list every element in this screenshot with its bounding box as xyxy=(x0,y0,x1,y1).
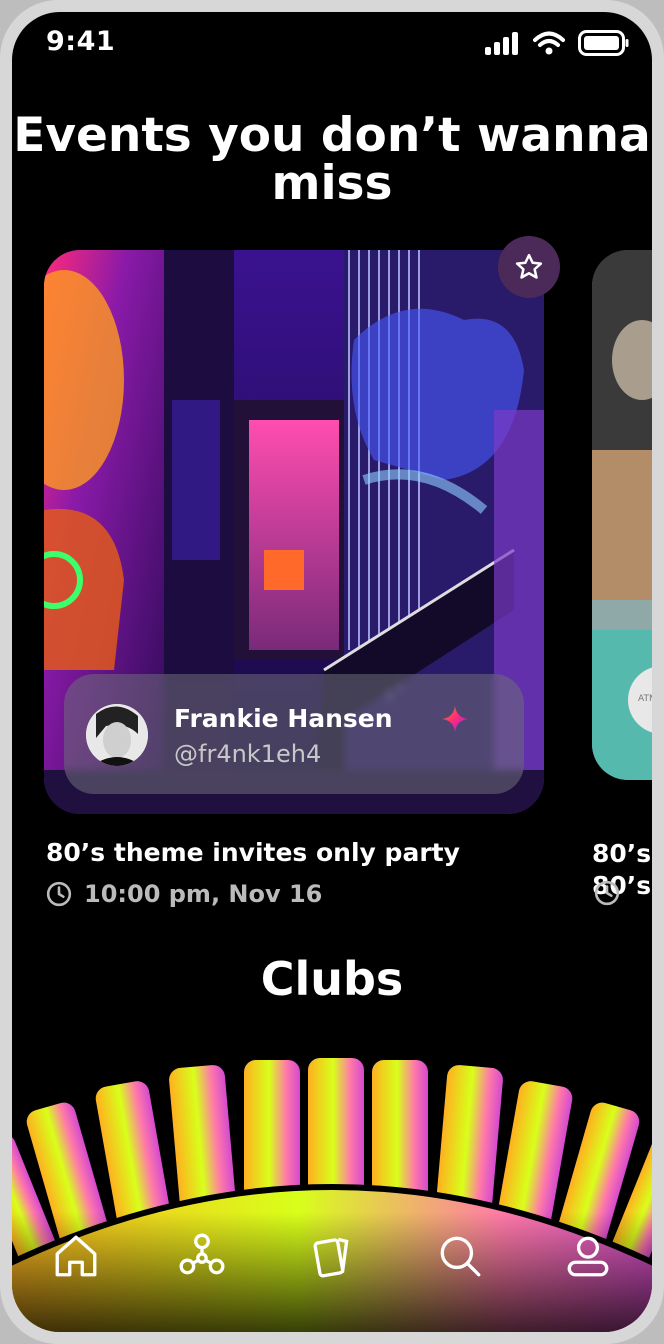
page-title: Events you don’t wanna miss xyxy=(13,108,651,211)
status-time: 9:41 xyxy=(46,26,116,57)
avatar[interactable] xyxy=(86,704,148,766)
battery-icon xyxy=(578,30,629,56)
avatar-image xyxy=(86,704,148,766)
signal-icon xyxy=(485,32,518,55)
device-frame: 9:41 Events you don’t wanna miss Frankie… xyxy=(0,0,664,1344)
wifi-icon xyxy=(533,31,565,55)
event-datetime: 10:00 pm, Nov 16 xyxy=(46,880,322,908)
star-icon xyxy=(515,253,543,279)
event-datetime-text: 10:00 pm, Nov 16 xyxy=(84,880,323,908)
status-icons xyxy=(484,30,630,56)
cards-icon xyxy=(313,1237,349,1278)
next-event-datetime xyxy=(594,880,620,910)
tab-bar xyxy=(12,1212,652,1332)
tab-profile[interactable] xyxy=(558,1226,618,1286)
tab-search[interactable] xyxy=(430,1226,490,1286)
event-title[interactable]: 80’s theme invites only party xyxy=(46,838,460,867)
favorite-button[interactable] xyxy=(498,236,560,298)
event-card-image[interactable]: Frankie Hansen @fr4nk1eh4 xyxy=(44,250,544,814)
tab-cards[interactable] xyxy=(302,1226,362,1286)
app-screen: 9:41 Events you don’t wanna miss Frankie… xyxy=(12,12,652,1332)
clock-icon xyxy=(594,880,620,906)
section-title-clubs: Clubs xyxy=(260,952,404,1006)
tab-home[interactable] xyxy=(46,1226,106,1286)
home-icon xyxy=(55,1235,97,1277)
event-card-next[interactable]: ATM xyxy=(592,250,652,780)
clubs-icon xyxy=(179,1233,225,1275)
tab-clubs[interactable] xyxy=(172,1226,232,1286)
host-name: Frankie Hansen xyxy=(174,704,393,733)
sparkle-icon xyxy=(442,706,468,732)
events-carousel[interactable]: Frankie Hansen @fr4nk1eh4 AT 80’s theme … xyxy=(12,236,652,940)
search-icon xyxy=(440,1236,481,1277)
host-handle: @fr4nk1eh4 xyxy=(174,740,322,768)
profile-icon xyxy=(567,1236,609,1277)
next-event-badge: ATM xyxy=(638,694,652,704)
host-info-panel[interactable]: Frankie Hansen @fr4nk1eh4 xyxy=(64,674,524,794)
next-event-title-line1: 80’s xyxy=(592,839,652,868)
clock-icon xyxy=(46,881,72,907)
status-bar: 9:41 xyxy=(12,12,652,82)
